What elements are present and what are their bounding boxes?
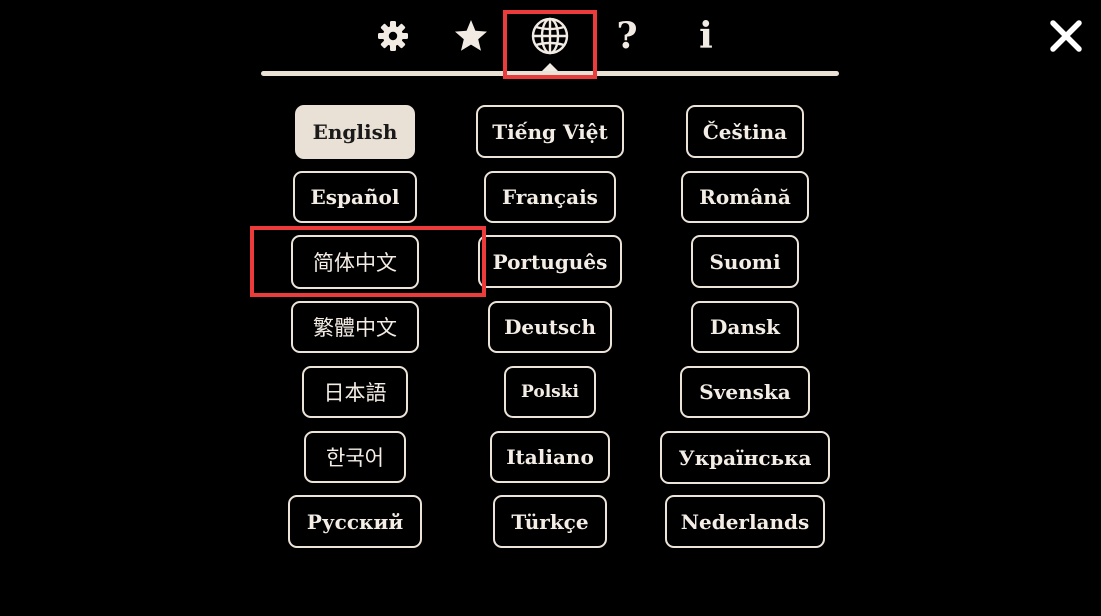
language-button-japanese[interactable]: 日本語 — [302, 366, 408, 418]
language-button-suomi[interactable]: Suomi — [691, 235, 799, 288]
info-tab[interactable]: i — [683, 14, 729, 58]
language-button-traditional-chinese[interactable]: 繁體中文 — [291, 301, 419, 353]
help-tab[interactable]: ? — [604, 14, 650, 58]
info-icon: i — [699, 15, 713, 57]
gear-icon — [376, 19, 410, 53]
simplified-chinese-highlight — [250, 226, 486, 297]
settings-screen: ? i English Español 简体中文 繁體中文 日本語 한국어 Ру… — [0, 0, 1101, 616]
language-button-korean[interactable]: 한국어 — [304, 431, 406, 483]
language-button-italiano[interactable]: Italiano — [490, 431, 610, 483]
language-button-russian[interactable]: Русский — [288, 495, 422, 548]
language-button-polski[interactable]: Polski — [504, 366, 596, 418]
globe-tab-highlight — [503, 10, 597, 79]
language-button-portugues[interactable]: Português — [478, 235, 622, 288]
language-button-francais[interactable]: Français — [484, 171, 616, 223]
close-icon — [1046, 20, 1086, 60]
language-button-cestina[interactable]: Čeština — [686, 105, 804, 158]
language-button-dansk[interactable]: Dansk — [691, 301, 799, 353]
language-button-svenska[interactable]: Svenska — [680, 366, 810, 418]
close-button[interactable] — [1046, 16, 1086, 56]
language-button-ukrainian[interactable]: Українська — [660, 431, 830, 484]
favorites-tab[interactable] — [448, 14, 494, 58]
language-button-nederlands[interactable]: Nederlands — [665, 495, 825, 548]
settings-tab[interactable] — [370, 14, 416, 58]
question-icon: ? — [616, 15, 638, 57]
language-button-romana[interactable]: Română — [681, 171, 809, 223]
language-button-vietnamese[interactable]: Tiếng Việt — [476, 105, 624, 158]
language-button-turkce[interactable]: Türkçe — [493, 495, 607, 548]
star-icon — [453, 18, 489, 54]
language-button-english[interactable]: English — [295, 105, 415, 159]
language-button-deutsch[interactable]: Deutsch — [488, 301, 612, 353]
language-button-espanol[interactable]: Español — [293, 171, 417, 223]
